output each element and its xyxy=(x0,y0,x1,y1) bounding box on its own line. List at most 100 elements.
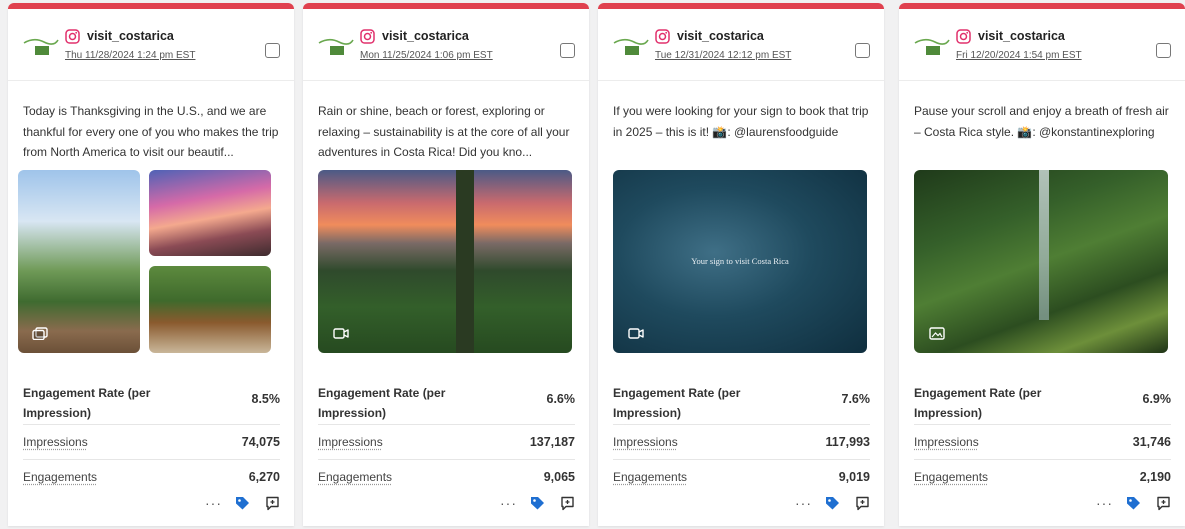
post-caption: Pause your scroll and enjoy a breath of … xyxy=(914,104,1169,139)
engagements-label[interactable]: Engagements xyxy=(914,470,988,484)
account-name[interactable]: visit_costarica xyxy=(87,29,174,43)
card-actions: ··· xyxy=(495,496,575,512)
card-actions: ··· xyxy=(1091,496,1171,512)
engagement-rate-row: Engagement Rate (per Impression) 7.6% xyxy=(613,377,870,425)
engagements-label[interactable]: Engagements xyxy=(23,470,97,484)
post-image-sunset[interactable] xyxy=(149,170,271,256)
more-options-button[interactable]: ··· xyxy=(205,496,222,510)
impressions-label[interactable]: Impressions xyxy=(23,435,88,449)
impressions-value: 137,187 xyxy=(529,435,575,449)
account-name[interactable]: visit_costarica xyxy=(382,29,469,43)
account-name[interactable]: visit_costarica xyxy=(677,29,764,43)
divider xyxy=(303,80,589,81)
post-card[interactable]: visit_costarica Tue 12/31/2024 12:12 pm … xyxy=(598,3,884,526)
more-options-button[interactable]: ··· xyxy=(1096,496,1113,510)
engagements-value: 6,270 xyxy=(248,470,280,484)
post-caption: Rain or shine, beach or forest, explorin… xyxy=(318,104,570,159)
engagement-rate-label: Engagement Rate (per Impression) xyxy=(914,386,1042,420)
post-video-thumbnail[interactable]: Your sign to visit Costa Rica xyxy=(613,170,867,353)
post-date-link[interactable]: Tue 12/31/2024 12:12 pm EST xyxy=(655,50,791,61)
divider xyxy=(598,80,884,81)
engagement-rate-row: Engagement Rate (per Impression) 6.9% xyxy=(914,377,1171,425)
impressions-label[interactable]: Impressions xyxy=(318,435,383,449)
tag-icon[interactable] xyxy=(825,496,840,511)
engagements-label[interactable]: Engagements xyxy=(613,470,687,484)
select-checkbox[interactable] xyxy=(560,43,575,58)
video-overlay-text: Your sign to visit Costa Rica xyxy=(691,256,789,266)
engagement-rate-label: Engagement Rate (per Impression) xyxy=(318,386,446,420)
instagram-icon xyxy=(65,29,80,44)
image-icon xyxy=(929,327,945,340)
instagram-icon xyxy=(956,29,971,44)
divider xyxy=(899,80,1185,81)
brand-logo xyxy=(317,35,355,57)
engagement-rate-row: Engagement Rate (per Impression) 6.6% xyxy=(318,377,575,425)
comment-icon[interactable] xyxy=(855,496,870,511)
tag-icon[interactable] xyxy=(530,496,545,511)
post-image-waterfall[interactable] xyxy=(914,170,1168,353)
impressions-label[interactable]: Impressions xyxy=(613,435,678,449)
tag-icon[interactable] xyxy=(235,496,250,511)
brand-logo xyxy=(22,35,60,57)
engagement-rate-value: 8.5% xyxy=(251,392,281,406)
impressions-row: Impressions 74,075 xyxy=(23,425,280,460)
post-date-link[interactable]: Fri 12/20/2024 1:54 pm EST xyxy=(956,50,1082,61)
post-date-link[interactable]: Thu 11/28/2024 1:24 pm EST xyxy=(65,50,195,61)
brand-logo xyxy=(612,35,650,57)
engagements-value: 9,019 xyxy=(838,470,870,484)
engagements-row: Engagements 9,065 xyxy=(318,460,575,494)
comment-icon[interactable] xyxy=(265,496,280,511)
impressions-row: Impressions 117,993 xyxy=(613,425,870,460)
impressions-label[interactable]: Impressions xyxy=(914,435,979,449)
engagements-row: Engagements 6,270 xyxy=(23,460,280,494)
divider xyxy=(8,80,294,81)
post-header: visit_costarica Fri 12/20/2024 1:54 pm E… xyxy=(899,9,1185,69)
metrics-table: Engagement Rate (per Impression) 7.6% Im… xyxy=(613,377,870,494)
impressions-value: 31,746 xyxy=(1132,435,1171,449)
more-options-button[interactable]: ··· xyxy=(500,496,517,510)
instagram-icon xyxy=(655,29,670,44)
post-header: visit_costarica Tue 12/31/2024 12:12 pm … xyxy=(598,9,884,69)
metrics-table: Engagement Rate (per Impression) 6.9% Im… xyxy=(914,377,1171,494)
post-caption: If you were looking for your sign to boo… xyxy=(613,104,869,139)
engagements-value: 9,065 xyxy=(543,470,575,484)
engagements-row: Engagements 2,190 xyxy=(914,460,1171,494)
engagements-row: Engagements 9,019 xyxy=(613,460,870,494)
carousel-icon xyxy=(32,327,48,341)
engagements-value: 2,190 xyxy=(1139,470,1171,484)
select-checkbox[interactable] xyxy=(855,43,870,58)
post-card[interactable]: visit_costarica Thu 11/28/2024 1:24 pm E… xyxy=(8,3,294,526)
tag-icon[interactable] xyxy=(1126,496,1141,511)
card-actions: ··· xyxy=(200,496,280,512)
post-card[interactable]: visit_costarica Fri 12/20/2024 1:54 pm E… xyxy=(899,3,1185,526)
engagement-rate-label: Engagement Rate (per Impression) xyxy=(613,386,741,420)
metrics-table: Engagement Rate (per Impression) 8.5% Im… xyxy=(23,377,280,494)
impressions-value: 74,075 xyxy=(241,435,280,449)
engagement-rate-row: Engagement Rate (per Impression) 8.5% xyxy=(23,377,280,425)
post-card[interactable]: visit_costarica Mon 11/25/2024 1:06 pm E… xyxy=(303,3,589,526)
engagement-rate-value: 6.9% xyxy=(1142,392,1172,406)
select-checkbox[interactable] xyxy=(265,43,280,58)
engagement-rate-value: 6.6% xyxy=(546,392,576,406)
engagements-label[interactable]: Engagements xyxy=(318,470,392,484)
brand-logo xyxy=(913,35,951,57)
select-checkbox[interactable] xyxy=(1156,43,1171,58)
post-image-beach[interactable] xyxy=(18,170,140,353)
post-header: visit_costarica Thu 11/28/2024 1:24 pm E… xyxy=(8,9,294,69)
engagement-rate-value: 7.6% xyxy=(841,392,871,406)
post-date-link[interactable]: Mon 11/25/2024 1:06 pm EST xyxy=(360,50,493,61)
comment-icon[interactable] xyxy=(1156,496,1171,511)
video-icon xyxy=(333,327,349,340)
video-icon xyxy=(628,327,644,340)
card-actions: ··· xyxy=(790,496,870,512)
engagement-rate-label: Engagement Rate (per Impression) xyxy=(23,386,151,420)
post-header: visit_costarica Mon 11/25/2024 1:06 pm E… xyxy=(303,9,589,69)
post-video-thumbnail[interactable] xyxy=(318,170,572,353)
impressions-row: Impressions 31,746 xyxy=(914,425,1171,460)
impressions-row: Impressions 137,187 xyxy=(318,425,575,460)
post-image-coffee[interactable] xyxy=(149,266,271,353)
comment-icon[interactable] xyxy=(560,496,575,511)
account-name[interactable]: visit_costarica xyxy=(978,29,1065,43)
metrics-table: Engagement Rate (per Impression) 6.6% Im… xyxy=(318,377,575,494)
more-options-button[interactable]: ··· xyxy=(795,496,812,510)
